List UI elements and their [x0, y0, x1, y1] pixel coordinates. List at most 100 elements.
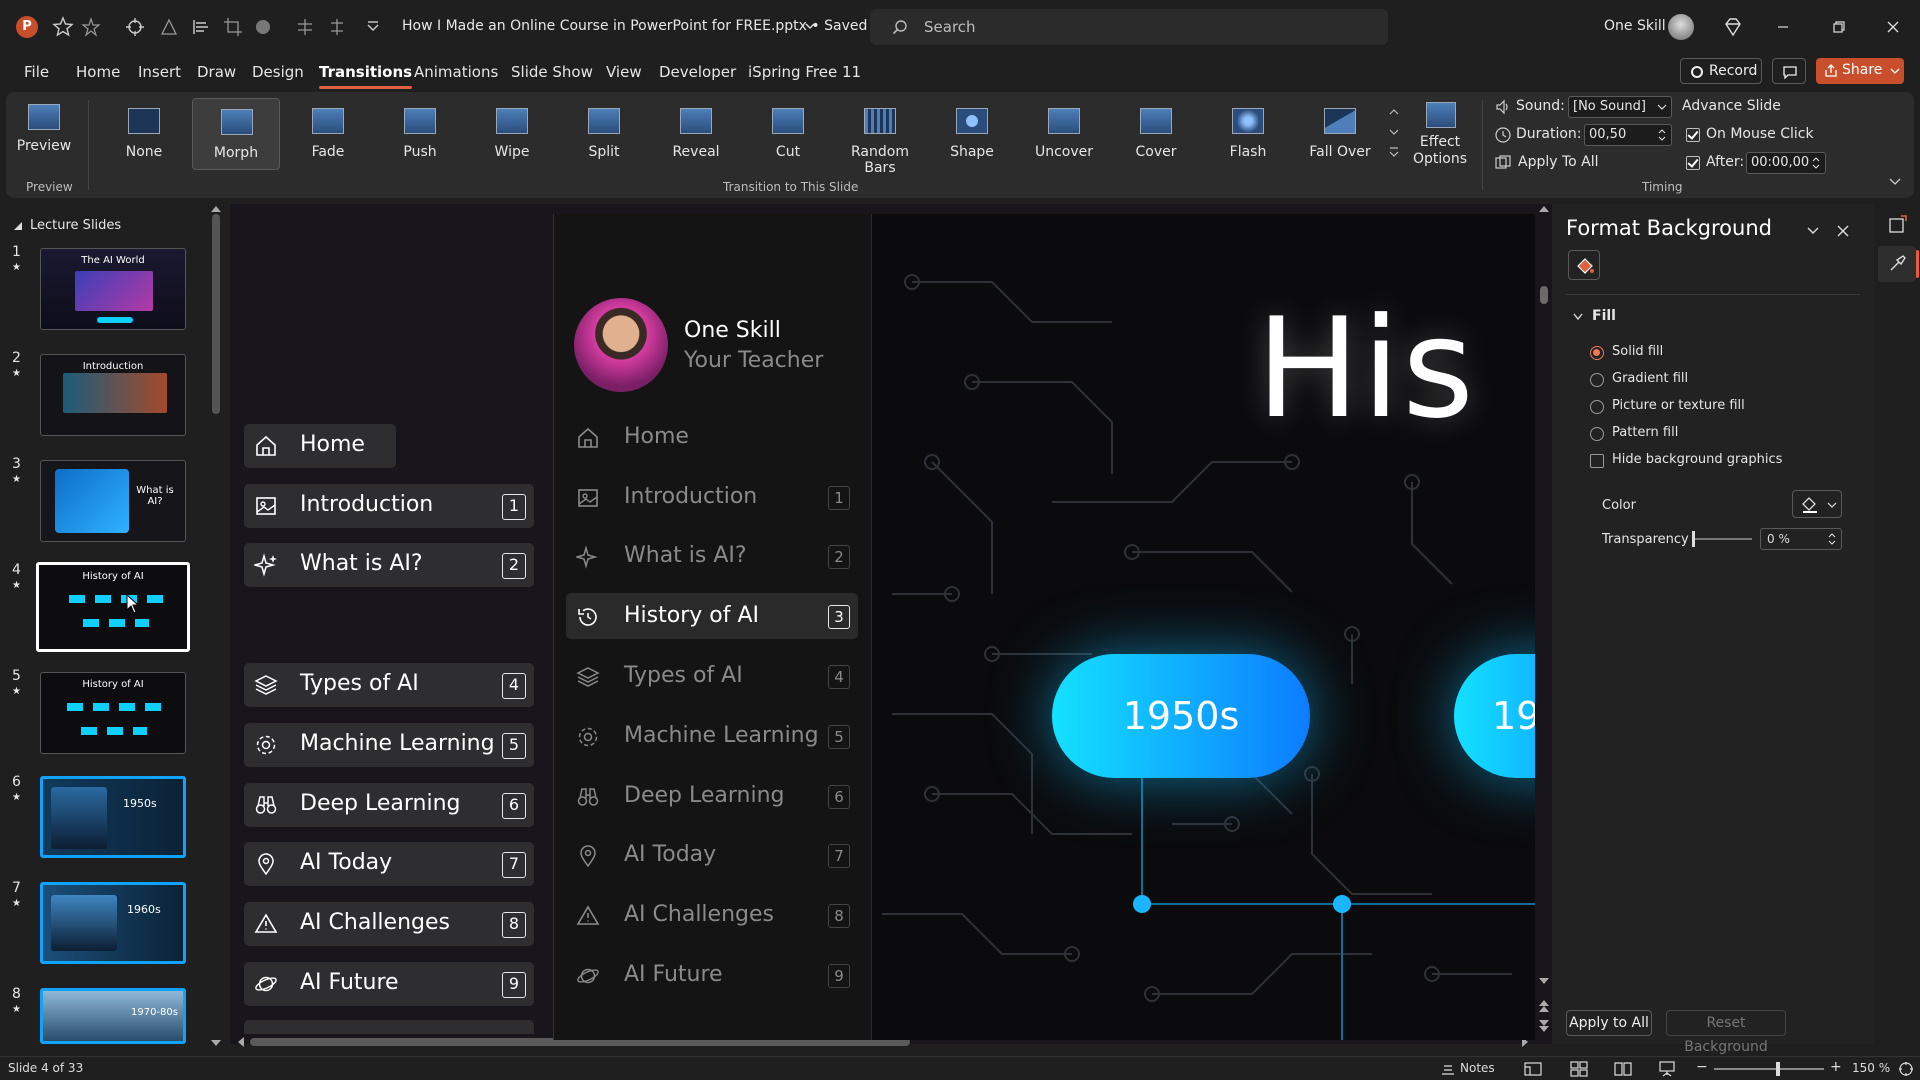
slide-thumbnail-1[interactable]: The AI World: [40, 248, 186, 330]
slide-nav-ai-challenges[interactable]: AI Challenges 8: [566, 892, 858, 938]
canvas-nav-deep-learning[interactable]: Deep Learning 6: [244, 783, 534, 827]
transition-push[interactable]: Push: [376, 98, 464, 170]
slide-nav-history-of-ai[interactable]: History of AI 3: [566, 593, 858, 639]
current-slide[interactable]: His 1950s 19 One Skill Your Teacher Home…: [553, 214, 1535, 1040]
gradient-fill-radio[interactable]: [1590, 373, 1604, 387]
share-button[interactable]: Share: [1816, 58, 1904, 84]
page-scroll-icons[interactable]: [1538, 976, 1550, 1032]
fill-tab-button[interactable]: [1568, 250, 1600, 280]
slide-thumbnail-6[interactable]: 1950s: [40, 776, 186, 858]
slide-thumbnail-3[interactable]: What is AI?: [40, 460, 186, 542]
transition-cover[interactable]: Cover: [1112, 98, 1200, 170]
slide-nav-what-is-ai[interactable]: What is AI? 2: [566, 533, 858, 579]
solid-fill-radio[interactable]: [1590, 346, 1604, 360]
on-mouse-click-checkbox[interactable]: [1686, 128, 1700, 142]
tab-design[interactable]: Design: [252, 63, 304, 81]
slide-thumbnail-7[interactable]: 1960s: [40, 882, 186, 964]
tab-view[interactable]: View: [606, 63, 642, 81]
tab-draw[interactable]: Draw: [197, 63, 236, 81]
fit-to-window-icon[interactable]: [1898, 1061, 1914, 1077]
tab-home[interactable]: Home: [76, 63, 120, 81]
zoom-slider[interactable]: [1714, 1062, 1824, 1076]
slide-nav-ai-today[interactable]: AI Today 7: [566, 832, 858, 878]
reset-background-button[interactable]: Reset Background: [1666, 1010, 1786, 1055]
transition-split[interactable]: Split: [560, 98, 648, 170]
diamond-icon[interactable]: [1722, 16, 1744, 38]
transition-morph[interactable]: Morph: [192, 98, 280, 170]
after-checkbox[interactable]: [1686, 156, 1700, 170]
crop-icon[interactable]: [222, 16, 244, 38]
duration-input[interactable]: 00,50: [1584, 124, 1672, 146]
pattern-fill-radio[interactable]: [1590, 427, 1604, 441]
close-icon[interactable]: [1886, 20, 1900, 34]
chevron-down-icon[interactable]: [1572, 312, 1584, 322]
slide-nav-ai-future[interactable]: AI Future 9: [566, 952, 858, 998]
fill-section-header[interactable]: Fill: [1592, 308, 1616, 324]
effect-options-button[interactable]: Effect Options: [1406, 98, 1474, 174]
scroll-up-icon[interactable]: [1538, 204, 1550, 214]
slide-thumbnail-5[interactable]: History of AI: [40, 672, 186, 754]
canvas-nav-ai-challenges[interactable]: AI Challenges 8: [244, 902, 534, 946]
tab-insert[interactable]: Insert: [138, 63, 181, 81]
transition-flash[interactable]: Flash: [1204, 98, 1292, 170]
pane-options-icon[interactable]: [1806, 226, 1820, 236]
canvas-nav-types-of-ai[interactable]: Types of AI 4: [244, 663, 534, 707]
slide-nav-types-of-ai[interactable]: Types of AI 4: [566, 653, 858, 699]
slideshow-icon[interactable]: [1658, 1061, 1676, 1077]
minimize-icon[interactable]: [1776, 20, 1790, 34]
customize-toolbar-icon[interactable]: [362, 16, 384, 38]
distribute-icon[interactable]: [326, 16, 348, 38]
canvas-nav-ai-today[interactable]: AI Today 7: [244, 842, 534, 886]
record-button[interactable]: Record: [1680, 58, 1762, 84]
slide-nav-home[interactable]: Home: [566, 414, 858, 460]
user-name[interactable]: One Skill: [1604, 18, 1666, 34]
scroll-up-icon[interactable]: [210, 204, 222, 214]
color-picker-button[interactable]: [1792, 490, 1842, 518]
slide-sorter-icon[interactable]: [1570, 1061, 1588, 1077]
tab-animations[interactable]: Animations: [414, 63, 498, 81]
transition-shape[interactable]: Shape: [928, 98, 1016, 170]
preview-button[interactable]: Preview: [16, 98, 72, 170]
canvas-vertical-scrollbar[interactable]: [1540, 286, 1548, 304]
designer-icon[interactable]: [1888, 214, 1908, 234]
zoom-in-button[interactable]: +: [1830, 1059, 1842, 1075]
slide-heading[interactable]: His: [1256, 300, 1476, 438]
tab-slide-show[interactable]: Slide Show: [511, 63, 593, 81]
align-icon[interactable]: [190, 16, 212, 38]
slider-thumb[interactable]: [1692, 531, 1695, 547]
collapse-ribbon-icon[interactable]: [1888, 176, 1902, 186]
normal-view-icon[interactable]: [1524, 1061, 1542, 1077]
arrange-icon[interactable]: [294, 16, 316, 38]
zoom-slider-thumb[interactable]: [1776, 1062, 1780, 1076]
document-title[interactable]: How I Made an Online Course in PowerPoin…: [402, 18, 867, 34]
transition-random-bars[interactable]: Random Bars: [836, 98, 924, 176]
slides-scrollbar[interactable]: [212, 214, 220, 414]
transparency-slider[interactable]: [1692, 531, 1752, 547]
zoom-out-button[interactable]: −: [1696, 1059, 1708, 1075]
scroll-left-icon[interactable]: [236, 1036, 246, 1048]
favorite-icon[interactable]: [80, 16, 102, 38]
picture-fill-radio[interactable]: [1590, 400, 1604, 414]
collapse-section-icon[interactable]: [14, 222, 22, 230]
transition-fall-over[interactable]: Fall Over: [1296, 98, 1384, 170]
canvas-nav-what-is-ai[interactable]: What is AI? 2: [244, 543, 534, 587]
slide-thumbnail-8[interactable]: 1970-80s: [40, 988, 186, 1044]
reading-view-icon[interactable]: [1614, 1061, 1632, 1077]
comments-button[interactable]: [1772, 58, 1806, 84]
timeline-pill-1950s[interactable]: 1950s: [1052, 654, 1310, 778]
chevron-down-icon[interactable]: [804, 20, 816, 32]
tab-developer[interactable]: Developer: [659, 63, 736, 81]
transition-fade[interactable]: Fade: [284, 98, 372, 170]
apply-to-all-background-button[interactable]: Apply to All: [1566, 1010, 1652, 1036]
slide-nav-introduction[interactable]: Introduction 1: [566, 474, 858, 520]
canvas-nav-machine-learning[interactable]: Machine Learning 5: [244, 723, 534, 767]
shapes-icon[interactable]: [158, 16, 180, 38]
tab-file[interactable]: File: [24, 63, 49, 81]
zoom-level[interactable]: 150 %: [1852, 1061, 1890, 1075]
restore-icon[interactable]: [1832, 20, 1846, 34]
canvas-nav-home[interactable]: Home: [244, 424, 396, 468]
slide-thumbnail-2[interactable]: Introduction: [40, 354, 186, 436]
avatar[interactable]: [1668, 14, 1694, 40]
after-input[interactable]: 00:00,00: [1746, 152, 1826, 174]
scroll-down-icon[interactable]: [210, 1038, 222, 1048]
